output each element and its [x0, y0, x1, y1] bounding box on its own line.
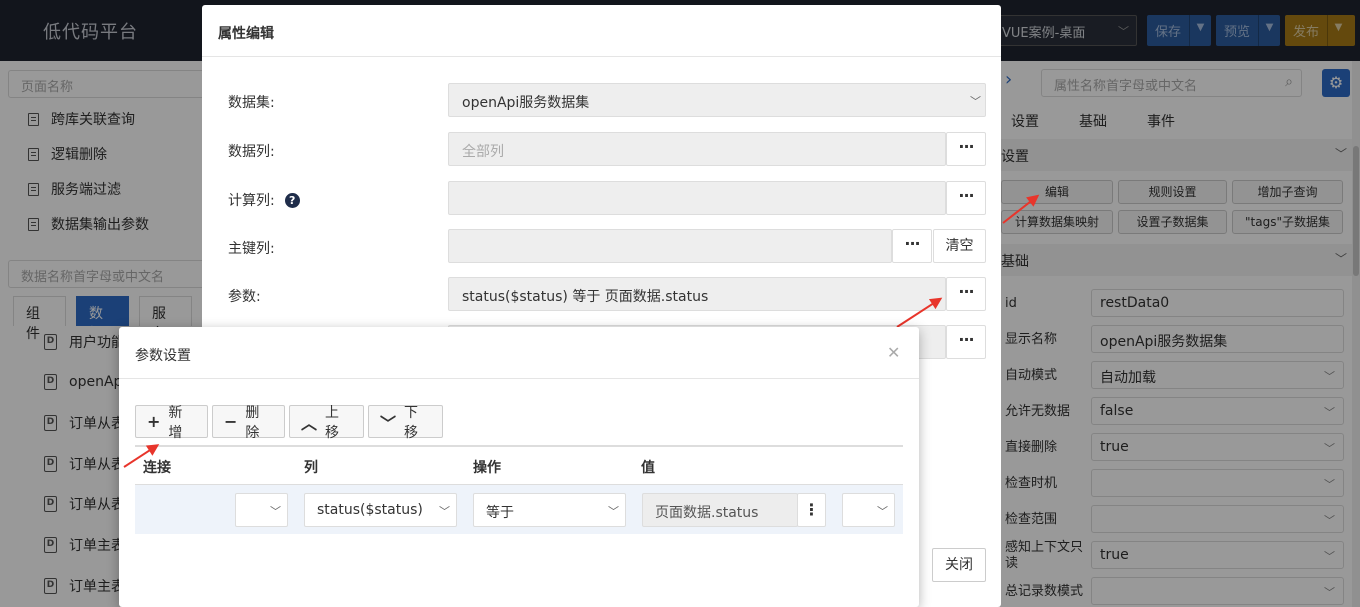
dataset-label: 数据集: [228, 95, 275, 111]
column-select[interactable]: status($status) ﹀ [304, 493, 457, 527]
param-settings-dialog: 参数设置 ✕ + 新增 − 删除 ︿ 上移 ﹀ 下移 连接 列 操作 值 ﹀ statu… [119, 327, 919, 607]
params-input[interactable]: status($status) 等于 页面数据.status [448, 277, 946, 311]
tail-select[interactable]: ﹀ [842, 493, 895, 527]
vertical-dots-icon: ⋮ [803, 500, 820, 519]
primary-key-label: 主键列: [228, 241, 275, 257]
clear-button[interactable]: 清空 [933, 229, 986, 263]
dialog-title: 属性编辑 [218, 26, 274, 42]
column-header: 操作 [473, 460, 501, 476]
value-menu-button[interactable]: ⋮ [797, 493, 826, 527]
dialog-title: 参数设置 [135, 348, 191, 364]
dataset-select[interactable]: openApi服务数据集 ﹀ [448, 83, 986, 117]
plus-icon: + [147, 412, 161, 431]
columns-more-button[interactable]: ··· [946, 132, 986, 166]
primary-key-input[interactable] [448, 229, 892, 263]
more-icon: ··· [958, 186, 974, 205]
calc-columns-more-button[interactable]: ··· [946, 181, 986, 215]
chevron-down-icon: ﹀ [877, 505, 888, 518]
column-header: 列 [304, 460, 318, 476]
operator-select[interactable]: 等于 ﹀ [473, 493, 626, 527]
delete-button[interactable]: − 删除 [212, 405, 285, 441]
columns-label: 数据列: [228, 144, 275, 160]
help-icon[interactable]: ? [284, 193, 300, 208]
minus-icon: − [224, 412, 238, 431]
columns-input[interactable]: 全部列 [448, 132, 946, 166]
table-header-line [135, 445, 903, 447]
table-row[interactable]: ﹀ status($status) ﹀ 等于 ﹀ 页面数据.status ⋮ ﹀ [135, 484, 903, 534]
params-label: 参数: [228, 289, 261, 305]
more-icon: ··· [958, 282, 974, 301]
column-header: 值 [641, 460, 655, 476]
more-icon: ··· [958, 330, 974, 349]
calc-columns-label: 计算列:? [228, 190, 300, 210]
chevron-down-icon: ﹀ [970, 95, 981, 108]
params-more-button[interactable]: ··· [946, 277, 986, 311]
close-icon[interactable]: ✕ [887, 343, 900, 362]
chevron-down-icon: ﹀ [380, 413, 397, 433]
move-down-button[interactable]: ﹀ 下移 [368, 405, 443, 441]
chevron-up-icon: ︿ [301, 413, 318, 433]
connect-select[interactable]: ﹀ [235, 493, 288, 527]
chevron-down-icon: ﹀ [608, 505, 619, 518]
calc-columns-input[interactable] [448, 181, 946, 215]
more-icon: ··· [904, 234, 920, 253]
primary-key-more-button[interactable]: ··· [892, 229, 932, 263]
column-header: 连接 [143, 460, 171, 476]
close-button[interactable]: 关闭 [932, 548, 986, 582]
divider [202, 56, 1001, 57]
add-button[interactable]: + 新增 [135, 405, 208, 441]
value-input[interactable]: 页面数据.status [642, 493, 798, 527]
extra-more-button[interactable]: ··· [946, 325, 986, 359]
divider [119, 378, 919, 379]
move-up-button[interactable]: ︿ 上移 [289, 405, 364, 441]
chevron-down-icon: ﹀ [270, 505, 281, 518]
more-icon: ··· [958, 137, 974, 156]
chevron-down-icon: ﹀ [439, 505, 450, 518]
